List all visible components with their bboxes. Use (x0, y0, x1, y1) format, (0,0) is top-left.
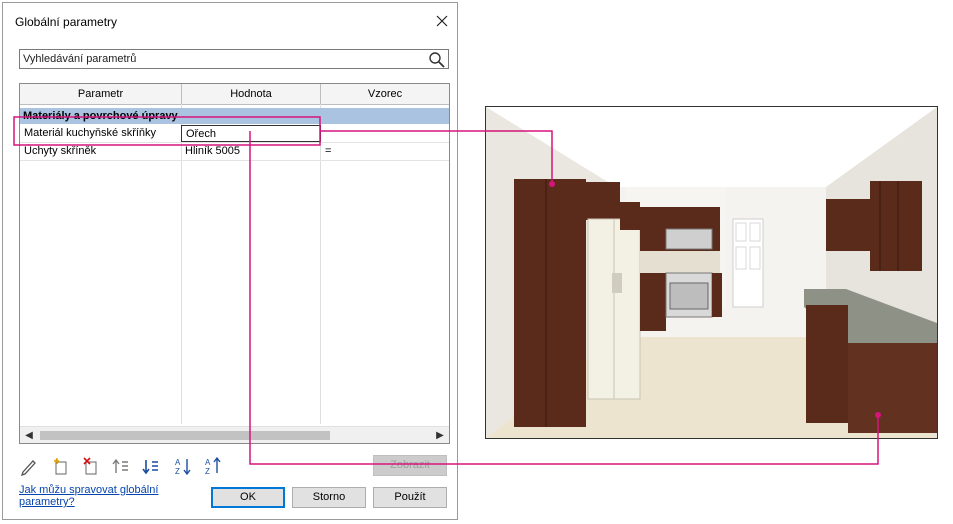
show-button[interactable]: Zobrazit (373, 455, 447, 476)
column-header-value[interactable]: Hodnota (182, 84, 321, 104)
parameter-value-cell[interactable]: Hliník 5005 (181, 143, 321, 160)
scrollbar-thumb[interactable] (40, 431, 330, 440)
svg-text:Z: Z (175, 467, 180, 476)
global-parameters-dialog: Globální parametry Parametr Hodnota Vzor… (2, 2, 458, 520)
scroll-right-icon[interactable]: ▶ (433, 429, 447, 442)
delete-parameter-icon[interactable] (81, 455, 101, 477)
help-link[interactable]: Jak můžu spravovat globální parametry? (19, 484, 189, 508)
move-down-icon[interactable] (141, 455, 161, 477)
kitchen-render-view (485, 106, 938, 439)
edit-icon[interactable] (19, 455, 39, 477)
horizontal-scrollbar[interactable]: ◀ ▶ (20, 426, 449, 443)
move-up-icon[interactable] (111, 455, 131, 477)
parameter-value-input[interactable]: Ořech (181, 125, 321, 142)
column-header-formula[interactable]: Vzorec (321, 84, 449, 104)
kitchen-render-image (486, 107, 937, 438)
dialog-title: Globální parametry (15, 15, 118, 29)
apply-button[interactable]: Použít (373, 487, 447, 508)
cancel-button[interactable]: Storno (292, 487, 366, 508)
table-row[interactable]: Materiál kuchyňské skříňky Ořech (20, 125, 449, 143)
parameter-name-cell: Úchyty skříněk (24, 145, 97, 157)
parameter-name-cell: Materiál kuchyňské skříňky (24, 127, 157, 139)
search-input[interactable] (20, 50, 431, 68)
search-icon[interactable] (428, 51, 446, 69)
parameter-formula-cell[interactable]: = (321, 143, 449, 160)
new-parameter-icon[interactable] (51, 455, 71, 477)
svg-text:A: A (205, 458, 211, 467)
close-button[interactable] (431, 10, 453, 32)
svg-text:A: A (175, 458, 181, 467)
sort-descending-icon[interactable]: A Z (203, 455, 223, 477)
parameters-table: Parametr Hodnota Vzorec Materiály a povr… (19, 83, 450, 444)
scroll-left-icon[interactable]: ◀ (22, 429, 36, 442)
group-header-materials[interactable]: Materiály a povrchové úpravy (20, 108, 449, 124)
parameter-formula-cell[interactable] (321, 125, 449, 142)
table-row[interactable]: Úchyty skříněk Hliník 5005 = (20, 143, 449, 161)
close-icon (436, 15, 448, 27)
column-header-parameter[interactable]: Parametr (20, 84, 182, 104)
ok-button[interactable]: OK (211, 487, 285, 508)
table-header: Parametr Hodnota Vzorec (20, 84, 449, 105)
parameter-search[interactable] (19, 49, 449, 69)
sort-ascending-icon[interactable]: A Z (173, 455, 193, 477)
svg-text:Z: Z (205, 467, 210, 476)
